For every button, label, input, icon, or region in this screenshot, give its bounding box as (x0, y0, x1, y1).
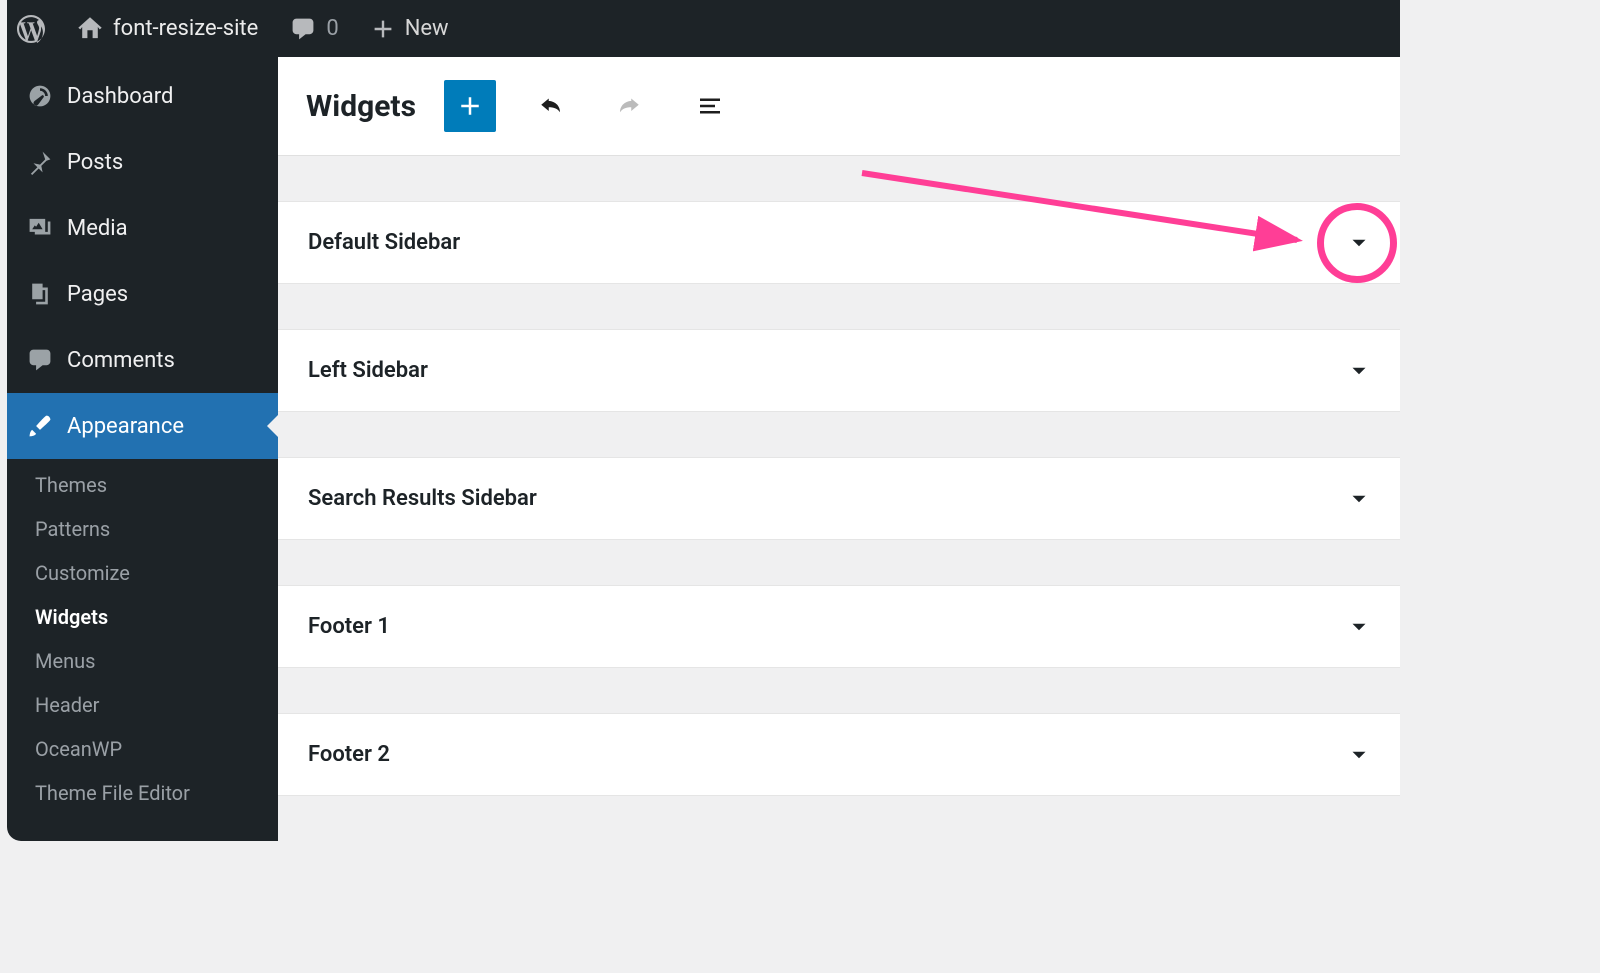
undo-icon (535, 91, 565, 121)
panel-spacer (278, 412, 1400, 457)
redo-icon (615, 91, 645, 121)
admin-bar: font-resize-site 0 New (7, 0, 1400, 57)
submenu-header[interactable]: Header (7, 683, 278, 727)
submenu-menus[interactable]: Menus (7, 639, 278, 683)
sidebar-item-dashboard[interactable]: Dashboard (7, 63, 278, 129)
add-block-button[interactable] (444, 80, 496, 132)
panel-spacer (278, 284, 1400, 329)
submenu-customize[interactable]: Customize (7, 551, 278, 595)
submenu-themes[interactable]: Themes (7, 463, 278, 507)
sidebar-item-label: Comments (67, 348, 175, 373)
plus-icon (455, 91, 485, 121)
pin-icon (27, 149, 53, 175)
comments-icon (27, 347, 53, 373)
sidebar-item-media[interactable]: Media (7, 195, 278, 261)
sidebar-item-posts[interactable]: Posts (7, 129, 278, 195)
widget-area-footer-2[interactable]: Footer 2 (278, 713, 1400, 796)
comment-icon (290, 16, 316, 42)
site-link[interactable]: font-resize-site (77, 16, 258, 42)
sidebar-item-label: Appearance (67, 414, 184, 439)
widget-area-left-sidebar[interactable]: Left Sidebar (278, 329, 1400, 412)
comments-count: 0 (326, 16, 338, 41)
new-content-link[interactable]: New (371, 16, 449, 41)
widget-area-default-sidebar[interactable]: Default Sidebar (278, 201, 1400, 284)
panel-title: Left Sidebar (308, 358, 428, 383)
panel-title: Footer 2 (308, 742, 390, 767)
panel-spacer (278, 156, 1400, 201)
editor-header: Widgets (278, 57, 1400, 156)
appearance-submenu: Themes Patterns Customize Widgets Menus … (7, 459, 278, 829)
dashboard-icon (27, 83, 53, 109)
page-title: Widgets (306, 89, 416, 124)
home-icon (77, 16, 103, 42)
panel-title: Search Results Sidebar (308, 486, 537, 511)
widget-area-search-results-sidebar[interactable]: Search Results Sidebar (278, 457, 1400, 540)
expand-toggle[interactable] (1346, 486, 1372, 512)
submenu-oceanwp[interactable]: OceanWP (7, 727, 278, 771)
submenu-patterns[interactable]: Patterns (7, 507, 278, 551)
submenu-widgets[interactable]: Widgets (7, 595, 278, 639)
sidebar-item-comments[interactable]: Comments (7, 327, 278, 393)
chevron-down-icon (1346, 742, 1372, 768)
comments-link[interactable]: 0 (290, 16, 338, 42)
sidebar-item-label: Pages (67, 282, 128, 307)
panel-spacer (278, 796, 1400, 841)
panel-title: Footer 1 (308, 614, 390, 639)
list-view-icon (695, 91, 725, 121)
new-label: New (405, 16, 449, 41)
expand-toggle[interactable] (1346, 358, 1372, 384)
expand-toggle[interactable] (1346, 230, 1372, 256)
panel-spacer (278, 668, 1400, 713)
redo-button[interactable] (604, 80, 656, 132)
sidebar-item-pages[interactable]: Pages (7, 261, 278, 327)
site-name-label: font-resize-site (113, 16, 258, 41)
panel-spacer (278, 540, 1400, 585)
chevron-down-icon (1346, 486, 1372, 512)
wp-logo[interactable] (17, 15, 45, 43)
sidebar-item-label: Dashboard (67, 84, 173, 109)
sidebar-item-label: Media (67, 216, 128, 241)
expand-toggle[interactable] (1346, 742, 1372, 768)
content-area: Widgets Default Sidebar Left Sidebar (278, 57, 1400, 841)
chevron-down-icon (1346, 358, 1372, 384)
sidebar-item-label: Posts (67, 150, 123, 175)
widget-area-footer-1[interactable]: Footer 1 (278, 585, 1400, 668)
panel-title: Default Sidebar (308, 230, 460, 255)
brush-icon (27, 413, 53, 439)
pages-icon (27, 281, 53, 307)
sidebar-item-appearance[interactable]: Appearance (7, 393, 278, 459)
undo-button[interactable] (524, 80, 576, 132)
admin-sidebar: Dashboard Posts Media Pages Comments App… (7, 57, 278, 841)
list-view-button[interactable] (684, 80, 736, 132)
chevron-down-icon (1346, 614, 1372, 640)
plus-icon (371, 17, 395, 41)
expand-toggle[interactable] (1346, 614, 1372, 640)
wordpress-icon (17, 15, 45, 43)
media-icon (27, 215, 53, 241)
chevron-down-icon (1346, 230, 1372, 256)
submenu-theme-file-editor[interactable]: Theme File Editor (7, 771, 278, 815)
